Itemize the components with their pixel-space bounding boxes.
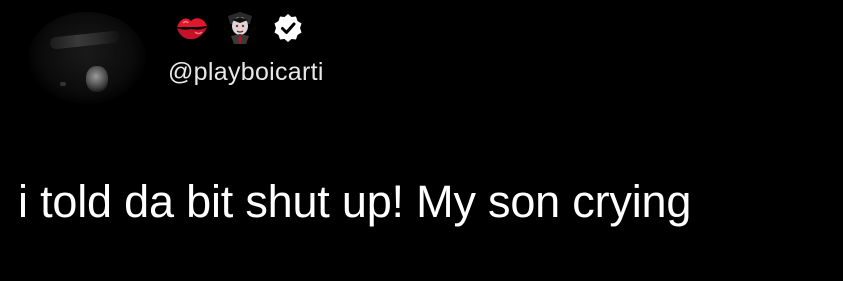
avatar-detail bbox=[60, 82, 66, 86]
kiss-mark-icon bbox=[174, 10, 210, 46]
avatar[interactable] bbox=[28, 12, 146, 104]
verified-badge-icon bbox=[270, 10, 306, 46]
tweet-card: @playboicarti i told da bit shut up! My … bbox=[0, 0, 843, 281]
vampire-icon bbox=[222, 10, 258, 46]
avatar-face bbox=[86, 66, 108, 92]
avatar-band bbox=[49, 30, 121, 50]
tweet-text: i told da bit shut up! My son crying bbox=[18, 176, 692, 227]
user-handle[interactable]: @playboicarti bbox=[168, 58, 324, 87]
display-name-emojis bbox=[174, 8, 306, 48]
